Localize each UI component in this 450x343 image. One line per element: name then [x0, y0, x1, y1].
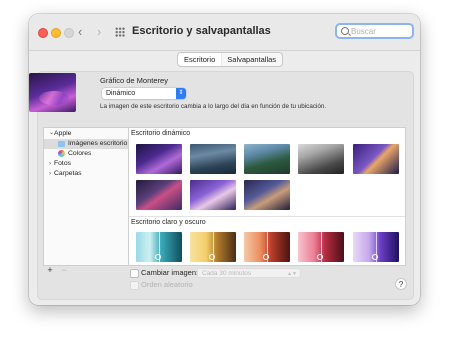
disclosure-closed-icon[interactable]: › [49, 159, 51, 169]
sidebar-item-colores[interactable]: Colores [44, 149, 129, 159]
chevron-updown-icon: ▲▼ [287, 271, 297, 277]
help-button[interactable]: ? [395, 278, 407, 290]
sidebar-item-label: Apple [54, 130, 72, 137]
zoom-button[interactable] [64, 28, 74, 38]
minimize-button[interactable] [51, 28, 61, 38]
close-button[interactable] [38, 28, 48, 38]
folder-icon [58, 141, 65, 147]
forward-button[interactable]: › [97, 24, 101, 39]
wallpaper-thumbnail[interactable] [136, 180, 182, 210]
change-picture-label: Cambiar imagen: [141, 268, 199, 277]
sidebar-item-carpetas[interactable]: › Carpetas [44, 169, 129, 179]
show-all-grid-icon[interactable] [115, 27, 125, 37]
wallpaper-thumbnail[interactable] [190, 232, 236, 262]
tab-salvapantallas[interactable]: Salvapantallas [221, 53, 282, 66]
sidebar-item-apple[interactable]: ⌄ Apple [44, 129, 129, 139]
wallpaper-thumbnail[interactable] [244, 144, 290, 174]
sidebar-item-label: Imágenes escritorio [68, 140, 128, 147]
wallpaper-thumbnail[interactable] [190, 180, 236, 210]
chevron-updown-icon: ⇕ [176, 88, 186, 99]
wallpaper-thumbnail[interactable] [244, 232, 290, 262]
sidebar-item-label: Colores [68, 150, 92, 157]
wallpaper-browser: Escritorio dinámico Escritorio claro y o… [128, 127, 406, 266]
random-order-label: Orden aleatorio [141, 280, 193, 289]
section-divider [129, 216, 405, 217]
disclosure-closed-icon[interactable]: › [49, 169, 51, 179]
wallpaper-thumbnail[interactable] [244, 180, 290, 210]
wallpaper-thumbnail[interactable] [190, 144, 236, 174]
search-icon [341, 27, 349, 35]
light-dark-icon [263, 254, 269, 260]
light-dark-icon [155, 254, 161, 260]
current-wallpaper-preview [29, 73, 76, 112]
interval-value: Cada 30 minutos [202, 270, 252, 277]
light-dark-icon [317, 254, 323, 260]
add-folder-button[interactable]: + [43, 265, 57, 275]
remove-folder-button[interactable]: − [57, 265, 71, 275]
wallpaper-thumbnail[interactable] [298, 232, 344, 262]
light-dark-icon [209, 254, 215, 260]
tab-bar: Escritorio Salvapantallas [177, 52, 284, 67]
tab-escritorio[interactable]: Escritorio [178, 53, 222, 66]
window-title: Escritorio y salvapantallas [132, 25, 271, 37]
section-title-light-dark: Escritorio claro y oscuro [131, 219, 206, 226]
wallpaper-mode-value: Dinámico [106, 90, 136, 97]
wallpaper-thumbnail[interactable] [298, 144, 344, 174]
back-button[interactable]: ‹ [78, 24, 82, 39]
change-picture-checkbox[interactable] [130, 269, 139, 278]
wallpaper-name: Gráfico de Monterey [100, 76, 168, 85]
sidebar-item-label: Carpetas [54, 170, 82, 177]
wallpaper-mode-popup[interactable]: Dinámico ⇕ [102, 88, 186, 99]
light-dark-icon [372, 254, 378, 260]
wallpaper-thumbnail[interactable] [353, 144, 399, 174]
random-order-checkbox[interactable] [130, 281, 139, 290]
sidebar-item-imagenes-escritorio[interactable]: Imágenes escritorio [44, 139, 129, 149]
source-sidebar: ⌄ Apple Imágenes escritorio Colores › Fo… [43, 127, 129, 266]
wallpaper-thumbnail[interactable] [353, 232, 399, 262]
wallpaper-thumbnail[interactable] [136, 232, 182, 262]
color-wheel-icon [58, 150, 65, 157]
sidebar-item-fotos[interactable]: › Fotos [44, 159, 129, 169]
titlebar: ‹ › Escritorio y salvapantallas [29, 14, 420, 51]
sidebar-item-label: Fotos [54, 160, 71, 167]
interval-popup[interactable]: Cada 30 minutos ▲▼ [197, 268, 301, 278]
wallpaper-description: La imagen de este escritorio cambia a lo… [100, 103, 327, 110]
search-input[interactable] [351, 26, 411, 37]
search-field[interactable] [335, 23, 414, 39]
wallpaper-thumbnail[interactable] [136, 144, 182, 174]
section-title-dynamic: Escritorio dinámico [131, 130, 191, 137]
